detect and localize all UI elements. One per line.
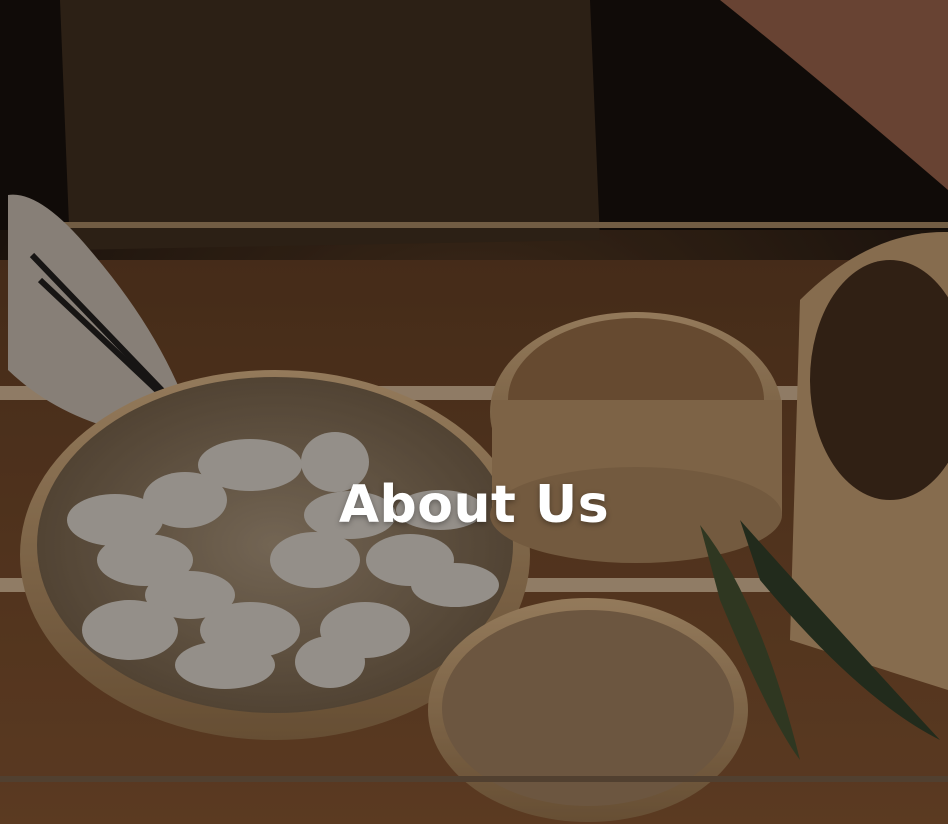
page-title: About Us	[338, 474, 610, 535]
hero-section: About Us	[0, 0, 948, 824]
image-dark-overlay	[0, 0, 948, 824]
